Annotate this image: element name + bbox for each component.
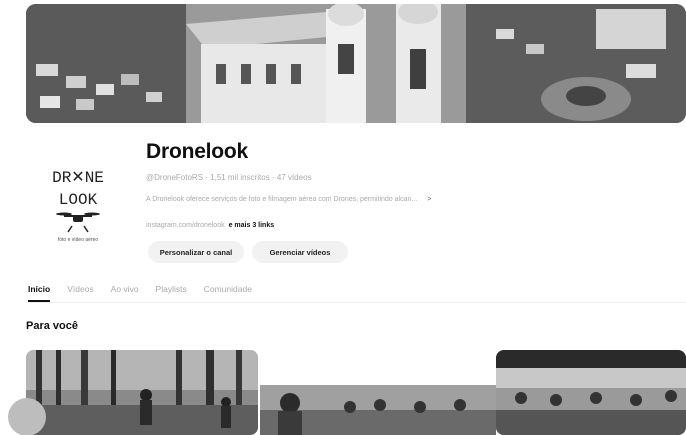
links-more[interactable]: e mais 3 links <box>229 222 275 229</box>
section-title: Para você <box>26 320 78 332</box>
channel-banner <box>26 4 686 123</box>
channel-logo[interactable]: DR✕NE LOOK foto e vídeo aéreo <box>28 160 128 248</box>
tab-videos[interactable]: Vídeos <box>67 284 93 302</box>
tab-playlists[interactable]: Playlists <box>156 284 187 302</box>
channel-meta: @DroneFotoRS · 1,51 mil inscritos · 47 v… <box>146 173 312 182</box>
video-thumbnail[interactable] <box>260 385 496 435</box>
tab-home[interactable]: Início <box>28 284 51 302</box>
manage-videos-button[interactable]: Gerenciar vídeos <box>252 241 348 263</box>
video-thumbnail[interactable] <box>496 350 686 435</box>
channel-links[interactable]: instagram.com/dronelook e mais 3 links <box>146 222 274 229</box>
chevron-right-icon[interactable]: > <box>427 196 431 203</box>
video-thumbnail[interactable] <box>26 350 258 435</box>
tab-live[interactable]: Ao vivo <box>111 284 139 302</box>
banner-image <box>26 4 686 123</box>
logo-line1: DR✕NE <box>52 169 104 187</box>
channel-page: DR✕NE LOOK foto e vídeo aéreo Dronelook … <box>0 0 686 435</box>
logo-tagline: foto e vídeo aéreo <box>58 237 99 243</box>
channel-description[interactable]: A Dronelook oferece serviços de foto e f… <box>146 196 431 203</box>
channel-name: Dronelook <box>146 140 249 163</box>
links-primary[interactable]: instagram.com/dronelook <box>146 222 225 229</box>
avatar[interactable] <box>8 398 46 435</box>
logo-line2: LOOK <box>59 191 98 209</box>
tabs-divider <box>26 302 686 303</box>
channel-tabs: Início Vídeos Ao vivo Playlists Comunida… <box>28 284 269 302</box>
drone-icon <box>56 212 100 233</box>
customize-channel-button[interactable]: Personalizar o canal <box>148 241 244 263</box>
description-text: A Dronelook oferece serviços de foto e f… <box>146 196 418 203</box>
tab-community[interactable]: Comunidade <box>204 284 252 302</box>
